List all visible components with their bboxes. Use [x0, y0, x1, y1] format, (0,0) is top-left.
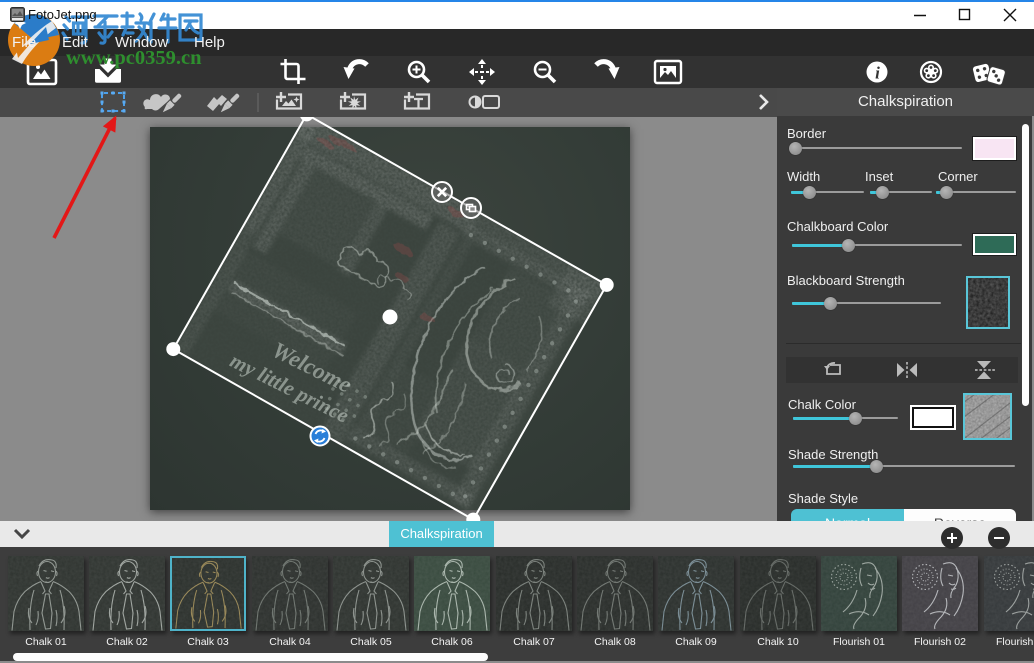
svg-text:i: i	[875, 64, 880, 83]
